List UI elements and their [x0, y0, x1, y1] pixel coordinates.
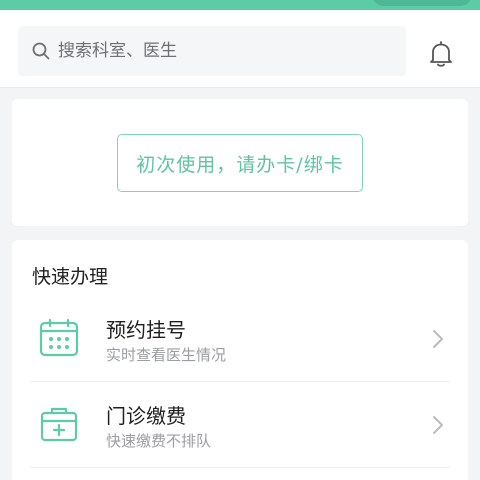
- bind-card-panel: 初次使用，请办卡/绑卡: [12, 99, 468, 226]
- item-title: 门诊缴费: [106, 404, 186, 428]
- list-item-appointment[interactable]: 预约挂号 实时查看医生情况: [30, 296, 450, 382]
- bell-icon[interactable]: [428, 40, 454, 68]
- chevron-right-icon: [433, 416, 443, 434]
- list-item-payment[interactable]: 门诊缴费 快速缴费不排队: [30, 382, 450, 468]
- search-icon: [32, 42, 50, 60]
- item-subtitle: 快速缴费不排队: [106, 432, 212, 450]
- search-header: [0, 10, 480, 88]
- top-status-bar: [0, 0, 480, 10]
- item-title: 预约挂号: [106, 318, 186, 342]
- medical-kit-icon: [40, 407, 78, 442]
- search-box[interactable]: [18, 26, 406, 76]
- chevron-right-icon: [433, 330, 443, 348]
- item-subtitle: 实时查看医生情况: [106, 346, 227, 364]
- calendar-icon: [39, 318, 79, 357]
- section-title: 快速办理: [32, 266, 109, 288]
- search-input[interactable]: [58, 36, 388, 66]
- bind-card-button[interactable]: 初次使用，请办卡/绑卡: [117, 134, 363, 192]
- top-pill-button[interactable]: [372, 0, 472, 6]
- quick-service-panel: 快速办理 预约挂号 实时查看医生情况 门诊缴费 快速缴费不排队: [12, 240, 468, 480]
